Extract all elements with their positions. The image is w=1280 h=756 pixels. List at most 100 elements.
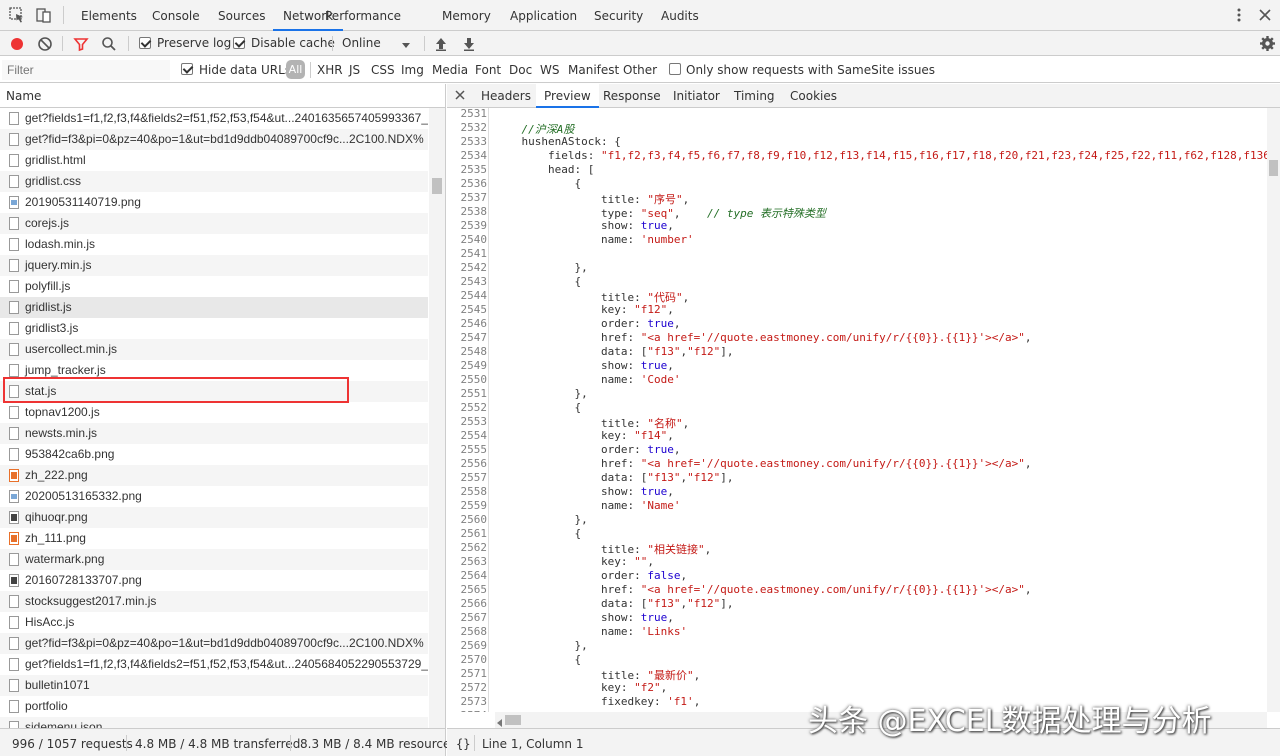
type-filter-doc[interactable]: Doc	[509, 63, 532, 77]
record-icon[interactable]	[9, 36, 25, 55]
line-number: 2544	[460, 289, 488, 302]
pretty-print-button[interactable]: {}	[456, 737, 470, 751]
tab-console[interactable]: Console	[142, 0, 210, 31]
request-row[interactable]: qihuoqr.png	[0, 507, 428, 528]
more-options-icon[interactable]	[1230, 6, 1248, 24]
request-list-scrollbar[interactable]	[429, 108, 445, 728]
samesite-checkbox[interactable]	[669, 63, 681, 75]
request-row[interactable]: gridlist3.js	[0, 318, 428, 339]
request-row[interactable]: polyfill.js	[0, 276, 428, 297]
preserve-log-checkbox[interactable]	[139, 37, 151, 49]
code-line: order: true,	[495, 443, 681, 456]
code-line: data: ["f13","f12"],	[495, 597, 734, 610]
request-row[interactable]: portfolio	[0, 696, 428, 717]
request-row[interactable]: newsts.min.js	[0, 423, 428, 444]
type-filter-all[interactable]: All	[286, 60, 305, 79]
request-row[interactable]: gridlist.html	[0, 150, 428, 171]
close-icon[interactable]	[454, 89, 466, 104]
request-row[interactable]: gridlist.css	[0, 171, 428, 192]
filter-bar: Hide data URLs All XHR JS CSS Img Media …	[0, 57, 1280, 83]
settings-gear-icon[interactable]	[1259, 35, 1276, 55]
samesite-label: Only show requests with SameSite issues	[686, 63, 936, 77]
resources-size: 8.3 MB / 8.4 MB resources	[300, 737, 457, 751]
request-row[interactable]: 20160728133707.png	[0, 570, 428, 591]
request-row[interactable]: watermark.png	[0, 549, 428, 570]
filter-icon[interactable]	[73, 36, 89, 55]
tab-sources[interactable]: Sources	[208, 0, 275, 31]
request-row[interactable]: jquery.min.js	[0, 255, 428, 276]
line-number: 2533	[460, 135, 488, 148]
request-row-selected[interactable]: gridlist.js	[0, 297, 428, 318]
request-row[interactable]: zh_222.png	[0, 465, 428, 486]
type-filter-font[interactable]: Font	[475, 63, 501, 77]
tab-preview[interactable]: Preview	[536, 84, 599, 108]
image-file-icon	[9, 196, 19, 209]
hide-data-urls-checkbox[interactable]	[181, 63, 193, 75]
disable-cache-checkbox[interactable]	[233, 37, 245, 49]
tab-performance[interactable]: Performance	[315, 0, 411, 31]
type-filter-xhr[interactable]: XHR	[317, 63, 343, 77]
request-row[interactable]: lodash.min.js	[0, 234, 428, 255]
request-row[interactable]: 20190531140719.png	[0, 192, 428, 213]
request-row[interactable]: usercollect.min.js	[0, 339, 428, 360]
line-number: 2570	[460, 653, 488, 666]
tab-application[interactable]: Application	[500, 0, 587, 31]
file-icon	[9, 280, 19, 293]
tab-elements[interactable]: Elements	[71, 0, 147, 31]
request-row[interactable]: HisAcc.js	[0, 612, 428, 633]
line-number: 2553	[460, 415, 488, 428]
code-preview[interactable]: 2531 2532 2533 2534 2535 2536 2537 2538 2539 2540…	[447, 108, 1267, 712]
type-filter-img[interactable]: Img	[401, 63, 424, 77]
type-filter-media[interactable]: Media	[432, 63, 468, 77]
name-column-header[interactable]: Name	[0, 84, 445, 108]
code-line: {	[495, 177, 582, 190]
code-line: {	[495, 275, 582, 288]
type-filter-manifest[interactable]: Manifest	[568, 63, 619, 77]
type-filter-other[interactable]: Other	[623, 63, 657, 77]
device-toolbar-icon[interactable]	[34, 6, 52, 24]
request-row[interactable]: corejs.js	[0, 213, 428, 234]
scrollbar-thumb[interactable]	[432, 178, 442, 194]
tab-headers[interactable]: Headers	[481, 84, 531, 108]
request-row[interactable]: zh_111.png	[0, 528, 428, 549]
type-filter-js[interactable]: JS	[349, 63, 360, 77]
throttling-select[interactable]: Online	[342, 36, 381, 50]
import-har-icon[interactable]	[433, 36, 449, 55]
scrollbar-thumb[interactable]	[505, 715, 521, 725]
request-row[interactable]: get?fid=f3&pi=0&pz=40&po=1&ut=bd1d9ddb04…	[0, 129, 428, 150]
request-row[interactable]: 20200513165332.png	[0, 486, 428, 507]
request-row[interactable]: sidemenu.json	[0, 717, 428, 728]
request-row[interactable]: bulletin1071	[0, 675, 428, 696]
search-icon[interactable]	[101, 36, 117, 55]
line-number: 2568	[460, 625, 488, 638]
tab-memory[interactable]: Memory	[432, 0, 501, 31]
file-icon	[9, 301, 19, 314]
request-row[interactable]: stocksuggest2017.min.js	[0, 591, 428, 612]
clear-icon[interactable]	[37, 36, 53, 55]
type-filter-css[interactable]: CSS	[371, 63, 395, 77]
code-line: data: ["f13","f12"],	[495, 471, 734, 484]
line-number: 2555	[460, 443, 488, 456]
line-number: 2562	[460, 541, 488, 554]
tab-security[interactable]: Security	[584, 0, 653, 31]
type-filter-ws[interactable]: WS	[540, 63, 559, 77]
tab-timing[interactable]: Timing	[734, 84, 775, 108]
tab-initiator[interactable]: Initiator	[673, 84, 720, 108]
tab-response[interactable]: Response	[603, 84, 661, 108]
request-row[interactable]: topnav1200.js	[0, 402, 428, 423]
tab-cookies[interactable]: Cookies	[790, 84, 837, 108]
export-har-icon[interactable]	[461, 36, 477, 55]
line-number: 2567	[460, 611, 488, 624]
request-row[interactable]: get?fid=f3&pi=0&pz=40&po=1&ut=bd1d9ddb04…	[0, 633, 428, 654]
scrollbar-thumb[interactable]	[1269, 160, 1278, 176]
request-row[interactable]: 953842ca6b.png	[0, 444, 428, 465]
request-row[interactable]: get?fields1=f1,f2,f3,f4&fields2=f51,f52,…	[0, 654, 428, 675]
inspect-element-icon[interactable]	[8, 6, 26, 24]
close-devtools-icon[interactable]	[1256, 6, 1274, 24]
filter-input[interactable]	[2, 60, 170, 80]
code-vertical-scrollbar[interactable]	[1267, 108, 1280, 712]
request-row[interactable]: get?fields1=f1,f2,f3,f4&fields2=f51,f52,…	[0, 108, 428, 129]
code-line: key: "f14",	[495, 429, 674, 442]
file-icon	[9, 133, 19, 146]
tab-audits[interactable]: Audits	[651, 0, 709, 31]
